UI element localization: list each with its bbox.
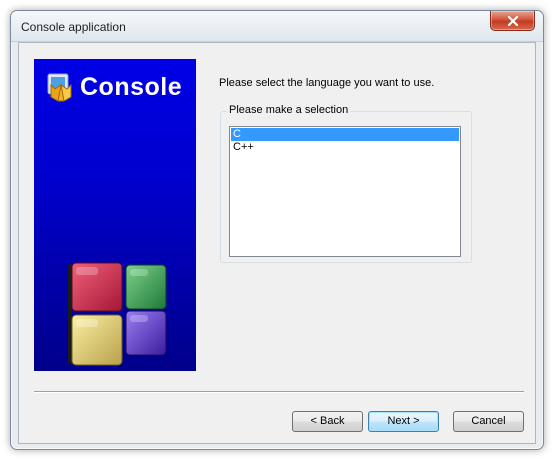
dialog-body: Console Please select the language you w… <box>18 42 536 444</box>
cancel-button[interactable]: Cancel <box>453 411 524 432</box>
instruction-text: Please select the language you want to u… <box>219 77 435 89</box>
wizard-banner: Console <box>34 59 196 371</box>
list-item-cpp[interactable]: C++ <box>231 141 459 154</box>
group-label: Please make a selection <box>227 104 351 116</box>
window-title: Console application <box>21 20 126 34</box>
close-button[interactable] <box>490 11 535 31</box>
dialog-window: Console application Console Please selec… <box>10 10 544 450</box>
button-separator <box>34 391 524 393</box>
next-button[interactable]: Next > <box>368 411 439 432</box>
banner-title: Console <box>80 73 183 101</box>
language-listbox[interactable]: C C++ <box>229 126 461 257</box>
close-icon <box>507 15 518 26</box>
list-item-c[interactable]: C <box>231 128 459 141</box>
codeblocks-logo-icon <box>47 73 72 102</box>
language-selection-group: Please make a selection C C++ <box>220 104 472 263</box>
back-button[interactable]: < Back <box>292 411 363 432</box>
title-bar[interactable]: Console application <box>11 11 543 42</box>
cubes-logo-icon <box>68 262 167 366</box>
